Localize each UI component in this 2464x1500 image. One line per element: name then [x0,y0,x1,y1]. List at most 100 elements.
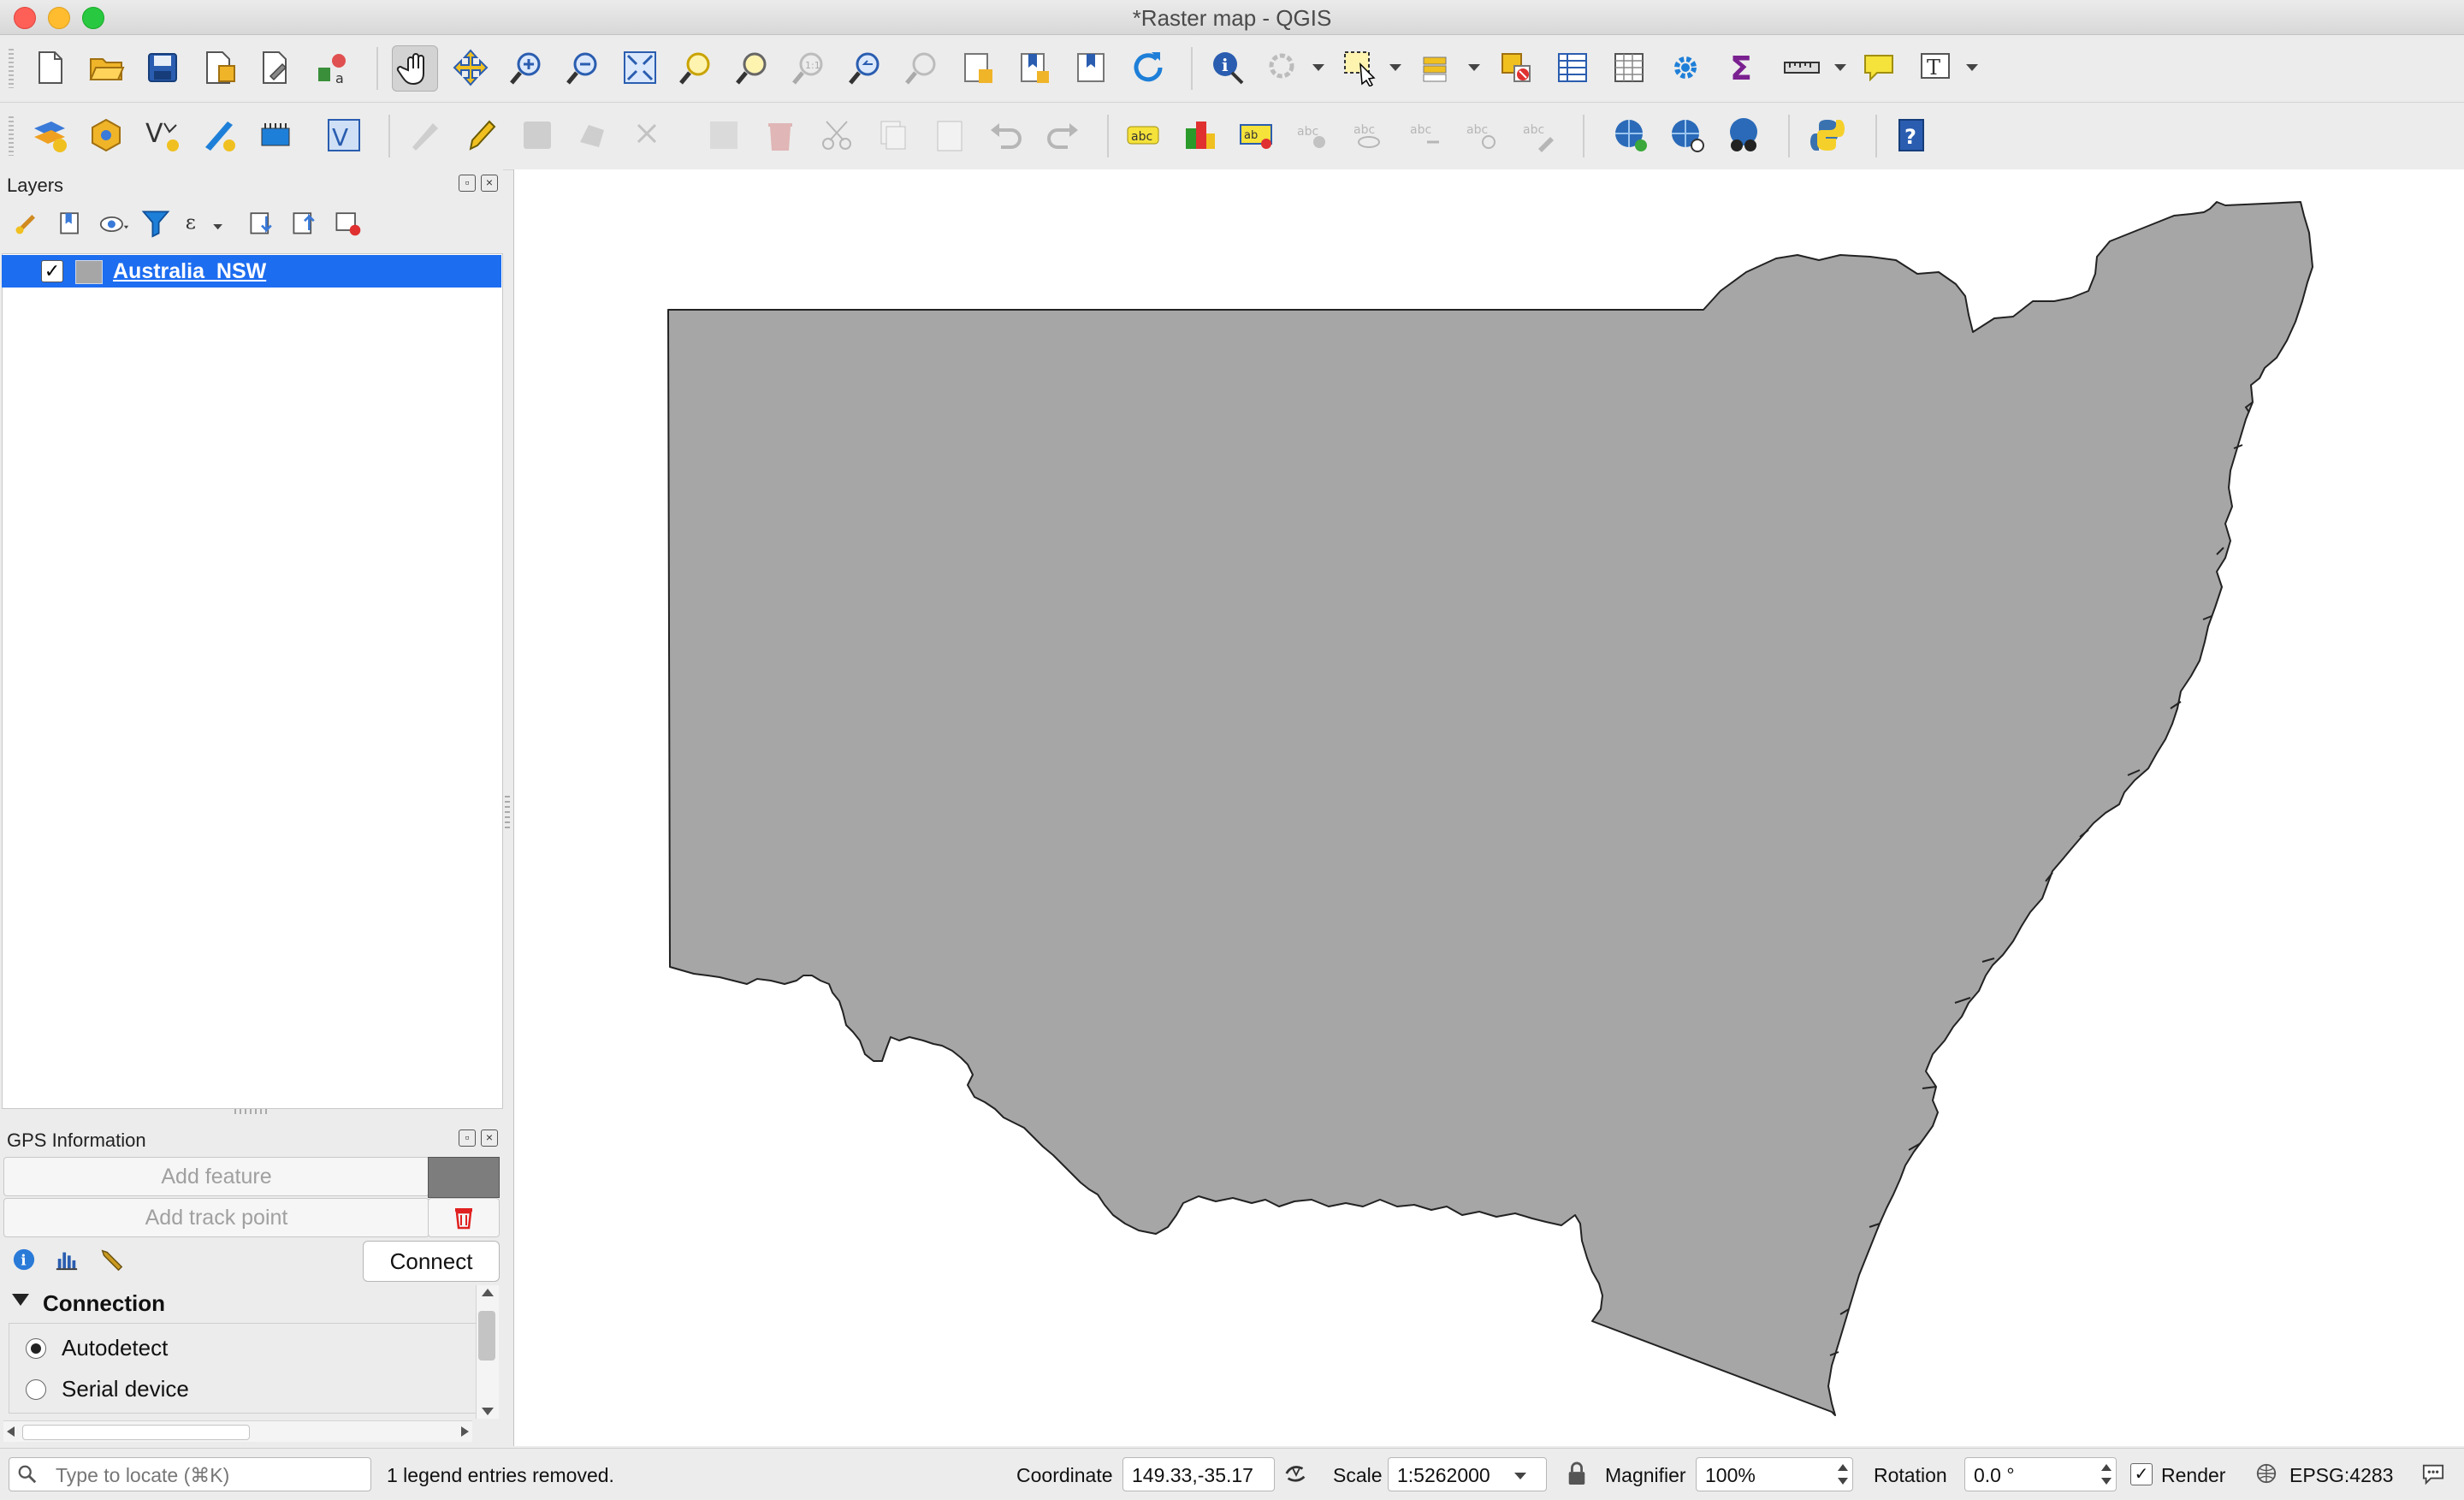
australia-nsw-polygon[interactable] [667,201,2313,1416]
attribute-table-icon[interactable] [1550,45,1595,90]
highlight-label-icon[interactable]: abc [1290,113,1335,157]
zoom-native-icon[interactable]: 1:1 [787,45,832,90]
python-console-icon[interactable] [1805,113,1850,157]
new-bookmark-icon[interactable] [1013,45,1057,90]
add-feature-button[interactable]: Add feature [3,1157,429,1196]
new-shapefile-icon[interactable]: V [140,113,185,157]
add-track-point-button[interactable]: Add track point [3,1198,429,1237]
zoom-to-layer-icon[interactable] [731,45,775,90]
toolbar-grip[interactable] [9,49,14,88]
statistics-icon[interactable]: Σ [1720,45,1764,90]
connection-section-title[interactable]: Connection [43,1290,165,1317]
style-manager-icon[interactable]: a [310,45,354,90]
save-edits-icon[interactable] [515,113,560,157]
new-virtual-layer-icon[interactable] [253,113,298,157]
digitize-icon[interactable] [197,113,241,157]
render-checkbox[interactable]: ✓ [2130,1463,2153,1485]
lock-scale-icon[interactable] [1566,1461,1590,1488]
map-canvas[interactable] [513,169,2464,1446]
info-icon[interactable]: i [12,1248,38,1273]
autodetect-radio[interactable] [26,1338,46,1359]
data-source-manager-icon[interactable] [27,113,72,157]
rotation-spin-arrows[interactable] [2098,1457,2115,1491]
gps-panel-vertical-scrollbar[interactable] [476,1285,499,1419]
open-project-icon[interactable] [84,45,128,90]
metasearch-icon[interactable] [1608,113,1653,157]
track-color-button[interactable] [428,1157,500,1198]
gps-panel-horizontal-scrollbar[interactable] [3,1420,472,1442]
copy-icon[interactable] [871,113,915,157]
map-tips-icon[interactable] [1857,45,1901,90]
processing-toolbox-icon[interactable] [1663,45,1708,90]
settings-wrench-icon[interactable] [98,1246,127,1275]
rotate-label-icon[interactable]: abc [1460,113,1504,157]
zoom-in-icon[interactable] [505,45,549,90]
zoom-next-icon[interactable] [900,45,945,90]
serial-device-radio[interactable] [26,1379,46,1400]
move-label-icon[interactable]: abc [1403,113,1448,157]
toolbar-grip[interactable] [9,116,14,156]
manage-visibility-icon[interactable] [98,209,135,243]
edits-icon[interactable] [402,113,447,157]
show-bookmarks-icon[interactable] [1069,45,1114,90]
collapse-arrow-icon[interactable] [12,1294,29,1306]
chevron-down-icon[interactable] [1514,1473,1526,1479]
coordinate-field[interactable]: 149.33,-35.17 [1122,1457,1275,1491]
crs-label[interactable]: EPSG:4283 [2289,1464,2393,1487]
expand-all-icon[interactable] [246,207,281,241]
float-panel-icon[interactable]: ▫ [459,175,476,192]
layer-name[interactable]: Australia_NSW [113,259,266,284]
zoom-last-icon[interactable] [844,45,888,90]
toggle-editing-icon[interactable] [459,113,503,157]
save-as-icon[interactable] [197,45,241,90]
add-group-icon[interactable] [55,207,89,241]
new-geopackage-icon[interactable] [84,113,128,157]
zoom-full-icon[interactable] [618,45,662,90]
layer-visibility-checkbox[interactable]: ✓ [41,260,63,282]
wms-icon[interactable] [1665,113,1709,157]
toggle-extents-icon[interactable] [1283,1461,1311,1488]
show-hide-label-icon[interactable]: abc [1347,113,1391,157]
rotation-spinbox[interactable]: 0.0 ° [1964,1457,2117,1491]
float-panel-icon[interactable]: ▫ [459,1129,476,1147]
action-icon[interactable] [1261,45,1306,90]
redo-icon[interactable] [1040,113,1085,157]
magnifier-spinbox[interactable]: 100% [1696,1457,1853,1491]
dock-splitter[interactable] [505,796,510,830]
layers-tree[interactable] [2,253,503,1109]
vertex-tool-icon[interactable]: V [322,113,366,157]
collapse-all-icon[interactable] [289,207,323,241]
paste-icon[interactable] [927,113,972,157]
undo-icon[interactable] [984,113,1028,157]
measure-icon[interactable] [1780,45,1824,90]
project-properties-icon[interactable] [253,45,298,90]
zoom-to-selection-icon[interactable] [674,45,719,90]
layer-item-australia-nsw[interactable]: ✓ Australia_NSW [2,255,501,288]
add-feature-icon[interactable] [572,113,616,157]
close-panel-icon[interactable]: × [481,1129,498,1147]
magnifier-spin-arrows[interactable] [1834,1457,1851,1491]
pin-label-icon[interactable]: ab [1234,113,1278,157]
identify-icon[interactable]: i [1205,45,1249,90]
action-dropdown-arrow[interactable] [1312,64,1324,71]
new-project-icon[interactable] [27,45,72,90]
deselect-icon[interactable] [1494,45,1538,90]
panel-splitter[interactable] [234,1109,269,1114]
map-svg[interactable] [514,169,2464,1446]
zoom-out-icon[interactable] [561,45,606,90]
style-layer-icon[interactable] [12,207,46,241]
select-by-location-icon[interactable] [1415,45,1460,90]
new-map-view-icon[interactable] [957,45,1001,90]
field-calculator-icon[interactable] [1607,45,1651,90]
text-annotation-icon[interactable]: T [1913,45,1958,90]
reset-track-button[interactable] [428,1198,500,1237]
filter-legend-icon[interactable] [140,207,175,241]
close-panel-icon[interactable]: × [481,175,498,192]
select-by-location-dropdown-arrow[interactable] [1468,64,1480,71]
annotation-dropdown-arrow[interactable] [1966,64,1978,71]
signal-chart-icon[interactable] [55,1248,80,1273]
save-project-icon[interactable] [140,45,185,90]
refresh-icon[interactable] [1126,45,1170,90]
layer-symbol-swatch[interactable] [75,260,103,284]
change-label-icon[interactable]: abc [1516,113,1561,157]
